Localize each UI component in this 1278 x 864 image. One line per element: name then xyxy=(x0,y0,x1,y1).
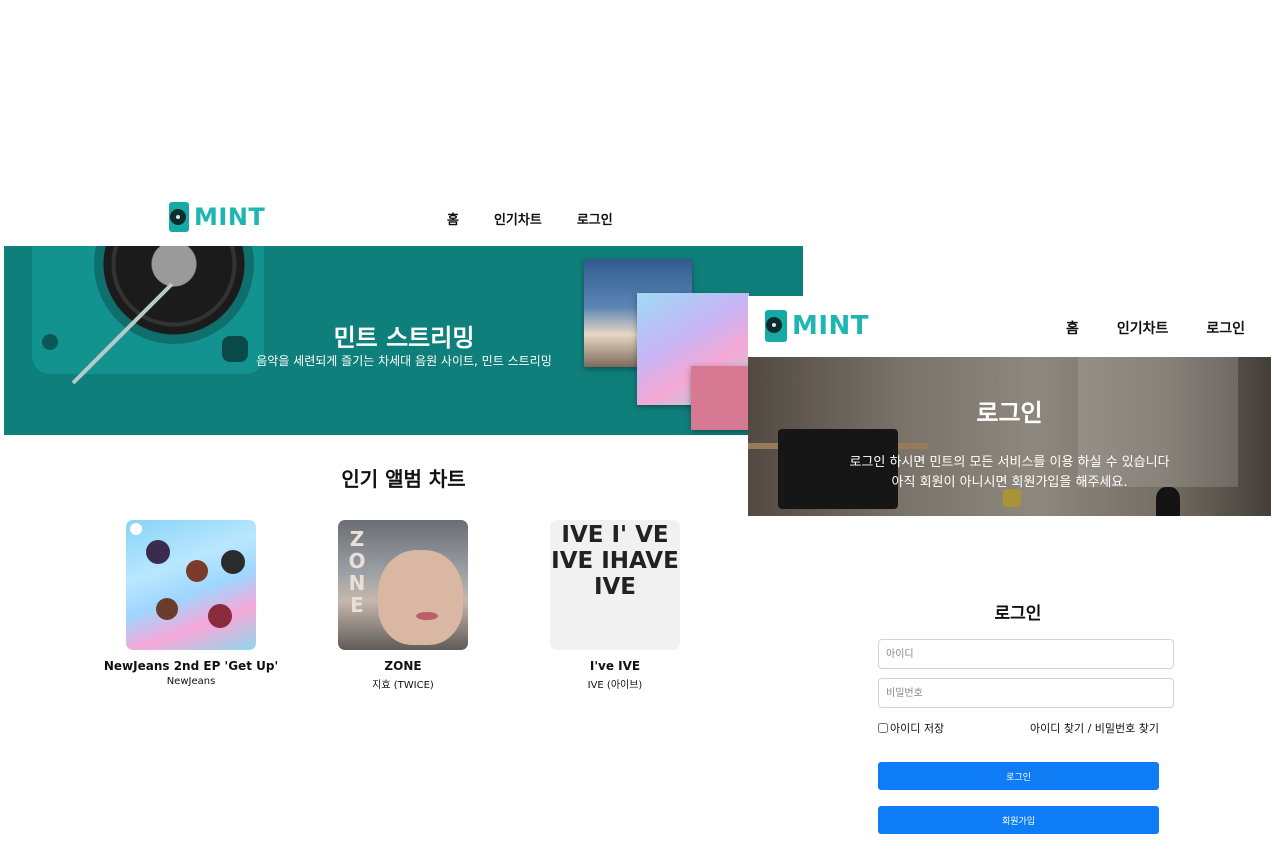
mint-logo-icon xyxy=(169,202,189,232)
id-input[interactable] xyxy=(878,639,1174,669)
find-account-link[interactable]: 아이디 찾기 / 비밀번호 찾기 xyxy=(1030,720,1159,736)
album-artist: NewJeans xyxy=(166,676,216,687)
album-artist: 지효 (TWICE) xyxy=(372,680,434,691)
home-menu: 홈 인기차트 로그인 xyxy=(447,209,648,228)
signup-button[interactable]: 회원가입 xyxy=(878,806,1159,834)
album-title[interactable]: NewJeans 2nd EP 'Get Up' xyxy=(101,659,281,673)
login-logo[interactable]: MINT xyxy=(765,310,869,342)
hero-banner: 민트 스트리밍 음악을 세련되게 즐기는 차세대 음원 사이트, 민트 스트리밍 xyxy=(4,246,803,435)
album-card[interactable]: IVE I' VE IVE IHAVE IVE I've IVE IVE (아이… xyxy=(525,520,705,691)
album-cover[interactable]: IVE I' VE IVE IHAVE IVE xyxy=(550,520,680,650)
album-cover[interactable] xyxy=(126,520,256,650)
remember-id-checkbox[interactable] xyxy=(878,723,888,733)
home-window: MINT 홈 인기차트 로그인 민트 스트리밍 음악을 세련되게 즐기는 차세대… xyxy=(4,190,803,710)
album-cover[interactable]: ZONE xyxy=(338,520,468,650)
login-banner: 로그인 로그인 하시면 민트의 모든 서비스를 이용 하실 수 있습니다 아직 … xyxy=(748,357,1271,516)
login-window: MINT 홈 인기차트 로그인 로그인 로그인 하시면 민트의 모든 서비스를 … xyxy=(748,296,1271,856)
nav-chart-link[interactable]: 인기차트 xyxy=(494,209,542,228)
album-title[interactable]: I've IVE xyxy=(525,659,705,673)
banner-title: 로그인 xyxy=(976,399,1043,427)
banner-text-line2: 아직 회원이 아니시면 회원가입을 해주세요. xyxy=(891,475,1128,490)
nav-home-link[interactable]: 홈 xyxy=(1066,318,1079,338)
album-card[interactable]: ZONE ZONE 지효 (TWICE) xyxy=(313,520,493,691)
home-logo[interactable]: MINT xyxy=(169,202,265,232)
remember-id[interactable]: 아이디 저장 xyxy=(878,720,944,736)
album-artist: IVE (아이브) xyxy=(587,680,643,691)
login-navbar: MINT 홈 인기차트 로그인 xyxy=(748,296,1271,357)
logo-text: MINT xyxy=(194,203,266,231)
hero-title: 민트 스트리밍 xyxy=(333,324,475,352)
logo-text: MINT xyxy=(792,311,870,341)
cover-text: IVE I' VE IVE IHAVE IVE xyxy=(551,522,679,600)
vinyl-record-icon xyxy=(94,246,254,344)
nav-home-link[interactable]: 홈 xyxy=(447,209,459,228)
nav-login-link[interactable]: 로그인 xyxy=(577,209,613,228)
album-list: NewJeans 2nd EP 'Get Up' NewJeans ZONE Z… xyxy=(4,492,803,692)
nav-login-link[interactable]: 로그인 xyxy=(1206,318,1245,338)
nav-chart-link[interactable]: 인기차트 xyxy=(1117,318,1169,338)
login-button[interactable]: 로그인 xyxy=(878,762,1159,790)
remember-id-label: 아이디 저장 xyxy=(890,722,945,735)
cover-text: ZONE xyxy=(348,527,366,617)
hero-album-cover-edge xyxy=(691,366,751,430)
hero-subtitle: 음악을 세련되게 즐기는 차세대 음원 사이트, 민트 스트리밍 xyxy=(256,354,552,368)
mint-logo-icon xyxy=(765,310,787,342)
login-form-title: 로그인 xyxy=(994,604,1042,624)
banner-text-line1: 로그인 하시면 민트의 모든 서비스를 이용 하실 수 있습니다 xyxy=(849,455,1170,470)
home-navbar: MINT 홈 인기차트 로그인 xyxy=(4,190,803,246)
album-card[interactable]: NewJeans 2nd EP 'Get Up' NewJeans xyxy=(101,520,281,687)
album-title[interactable]: ZONE xyxy=(313,659,493,673)
login-menu: 홈 인기차트 로그인 xyxy=(1066,318,1245,338)
password-input[interactable] xyxy=(878,678,1174,708)
chart-title: 인기 앨범 차트 xyxy=(341,467,466,491)
turntable-image xyxy=(32,246,264,385)
